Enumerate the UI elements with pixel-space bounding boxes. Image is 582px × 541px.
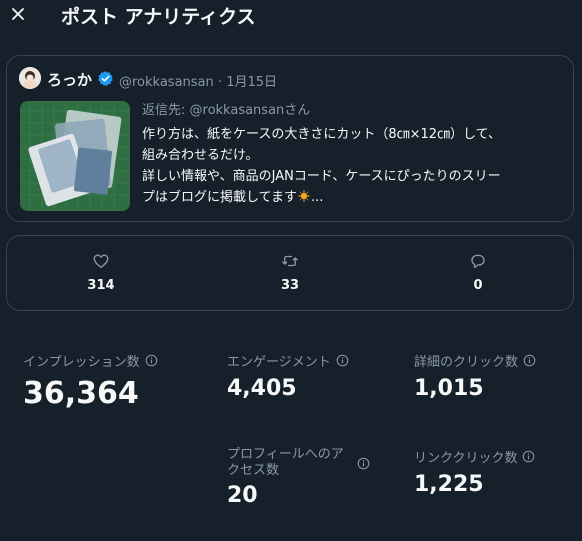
- reply-handle-link[interactable]: @rokkasansan: [190, 103, 285, 118]
- info-icon[interactable]: [336, 354, 349, 367]
- profile-visits-label-line: クセス数: [227, 463, 280, 478]
- replies-stat[interactable]: 0: [438, 252, 518, 293]
- impressions-value: 36,364: [23, 376, 139, 411]
- engagements-value: 4,405: [227, 376, 297, 401]
- detail-clicks-label: 詳細のクリック数: [414, 355, 519, 370]
- close-icon: [12, 8, 24, 20]
- link-clicks-value: 1,225: [414, 472, 484, 497]
- avatar-image: [19, 67, 41, 89]
- metric-label-row: リンククリック数: [414, 447, 535, 466]
- link-clicks-label: リンククリック数: [414, 451, 518, 466]
- detail-clicks-value: 1,015: [414, 376, 484, 401]
- tweet-meta: @rokkasansan · 1月15日: [119, 71, 277, 90]
- info-icon[interactable]: [522, 450, 535, 463]
- tweet-text-line: 作り方は、紙をケースの大きさにカット（8㎝×12㎝）して、: [142, 127, 502, 142]
- metric-detail-clicks: 詳細のクリック数 1,015: [414, 351, 536, 401]
- reply-prefix: 返信先:: [142, 103, 190, 118]
- metric-label-row: エンゲージメント: [227, 351, 349, 370]
- metric-label-row: プロフィールへのア クセス数: [227, 447, 370, 479]
- sun-emoji-icon: [297, 189, 311, 203]
- tweet-text-line-last: プはブログに掲載してます...: [142, 187, 562, 208]
- profile-visits-value: 20: [227, 483, 258, 508]
- reply-suffix: さん: [284, 103, 311, 118]
- tweet-media-thumbnail[interactable]: [20, 101, 130, 211]
- retweets-stat[interactable]: 33: [250, 252, 330, 293]
- reply-to: 返信先: @rokkasansanさん: [142, 99, 310, 118]
- impressions-label: インプレッション数: [23, 355, 140, 370]
- retweet-icon: [282, 255, 298, 267]
- tweet-text-line: 詳しい情報や、商品のJANコード、ケースにぴったりのスリー: [142, 169, 501, 184]
- avatar[interactable]: [19, 67, 41, 89]
- tweet-text-ellipsis: ...: [310, 190, 324, 205]
- meta-separator: ·: [217, 75, 223, 90]
- page-title: ポスト アナリティクス: [61, 6, 256, 28]
- info-icon[interactable]: [523, 354, 536, 367]
- engagements-label: エンゲージメント: [227, 355, 331, 370]
- metric-link-clicks: リンククリック数 1,225: [414, 447, 535, 497]
- media-image: [20, 101, 130, 211]
- engagement-summary: 314 33 0: [6, 235, 574, 311]
- profile-visits-label-line: プロフィールへのア: [227, 447, 344, 462]
- verified-badge-icon: [98, 71, 113, 87]
- analytics-header: ポスト アナリティクス: [0, 0, 582, 30]
- metric-label-row: インプレッション数: [23, 351, 158, 370]
- tweet-date[interactable]: 1月15日: [226, 75, 277, 90]
- heart-icon: [93, 254, 109, 269]
- close-button[interactable]: [6, 2, 30, 26]
- replies-count: 0: [473, 278, 483, 293]
- metric-label-row: 詳細のクリック数: [414, 351, 536, 370]
- tweet-text-line: 組み合わせるだけ。: [142, 148, 259, 163]
- tweet-preview-card[interactable]: ろっか @rokkasansan · 1月15日 返信先: @rokkasans…: [6, 55, 574, 222]
- metric-engagements: エンゲージメント 4,405: [227, 351, 349, 401]
- author-name[interactable]: ろっか: [47, 69, 92, 90]
- reply-icon: [471, 254, 485, 269]
- metric-profile-visits: プロフィールへのア クセス数 20: [227, 447, 370, 508]
- profile-visits-label: プロフィールへのア クセス数: [227, 447, 352, 479]
- author-handle[interactable]: @rokkasansan: [119, 75, 214, 90]
- info-icon[interactable]: [145, 354, 158, 367]
- likes-stat[interactable]: 314: [61, 252, 141, 293]
- likes-count: 314: [87, 278, 115, 293]
- info-icon[interactable]: [357, 457, 370, 470]
- metric-impressions: インプレッション数 36,364: [23, 351, 158, 411]
- tweet-text: 作り方は、紙をケースの大きさにカット（8㎝×12㎝）して、 組み合わせるだけ。 …: [142, 124, 562, 208]
- tweet-text-line: プはブログに掲載してます: [142, 190, 297, 205]
- retweets-count: 33: [280, 278, 300, 293]
